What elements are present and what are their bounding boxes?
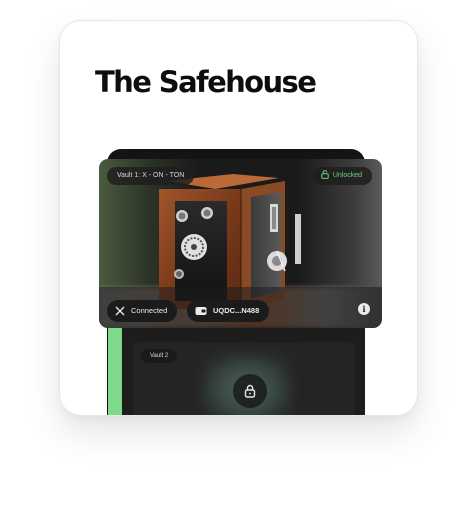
vault-card-2[interactable]: Vault 2 xyxy=(133,342,355,415)
lock-button[interactable] xyxy=(233,374,267,408)
vault-card-1[interactable]: Vault 1: X - ON - TON Unlocked Connected… xyxy=(99,159,382,328)
page-title: The Safehouse xyxy=(95,65,317,99)
unlocked-badge: Unlocked xyxy=(312,167,372,185)
lock-icon xyxy=(244,384,256,398)
safehouse-card: The Safehouse Vault 2 Vault 1: X - ON - … xyxy=(59,20,418,416)
connected-label: Connected xyxy=(131,306,168,315)
vault-1-label: Vault 1: X - ON - TON xyxy=(107,167,195,185)
wallet-address: UQDC...N488 xyxy=(213,306,260,315)
active-rail xyxy=(108,326,122,415)
x-logo-icon xyxy=(115,306,125,316)
status-text: Unlocked xyxy=(332,172,362,179)
info-icon[interactable]: i xyxy=(358,303,370,315)
vault-2-label: Vault 2 xyxy=(141,349,178,363)
unlock-icon xyxy=(321,170,329,179)
wallet-icon xyxy=(195,307,207,315)
x-connected-chip[interactable]: Connected xyxy=(107,300,178,322)
wallet-address-chip[interactable]: UQDC...N488 xyxy=(187,300,270,322)
